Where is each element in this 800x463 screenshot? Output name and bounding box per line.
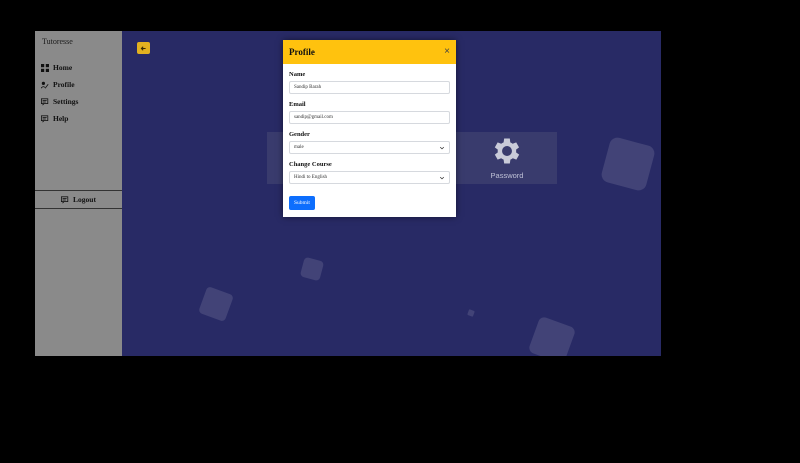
sidebar: Tutoresse Home Profile Settings Help Log…	[35, 31, 122, 356]
course-value: Hindi to English	[294, 175, 328, 180]
email-value: sandip@gmail.com	[294, 115, 333, 120]
gender-label: Gender	[289, 131, 310, 138]
grid-icon	[41, 63, 49, 72]
logout-button[interactable]: Logout	[35, 190, 122, 209]
sidebar-item-help[interactable]: Help	[41, 110, 78, 127]
chevron-down-icon	[439, 176, 445, 179]
password-card-label: Password	[490, 171, 524, 180]
name-value: Sandip Barah	[294, 85, 322, 90]
sidebar-item-label: Home	[53, 63, 73, 72]
message-icon	[41, 97, 49, 106]
arrow-left-icon	[140, 45, 146, 51]
chevron-down-icon	[439, 146, 445, 149]
sidebar-item-home[interactable]: Home	[41, 59, 78, 76]
sidebar-item-label: Settings	[53, 97, 79, 106]
course-label: Change Course	[289, 161, 332, 168]
logout-label: Logout	[73, 195, 96, 204]
sidebar-nav: Home Profile Settings Help	[41, 59, 78, 127]
gender-value: male	[294, 145, 304, 150]
sidebar-item-label: Profile	[53, 80, 75, 89]
course-select[interactable]: Hindi to English	[289, 171, 450, 184]
email-label: Email	[289, 101, 306, 108]
sidebar-item-settings[interactable]: Settings	[41, 93, 78, 110]
name-field[interactable]: Sandip Barah	[289, 81, 450, 94]
sidebar-item-profile[interactable]: Profile	[41, 76, 78, 93]
decorative-square	[599, 135, 657, 193]
name-label: Name	[289, 71, 306, 78]
user-edit-icon	[41, 81, 49, 88]
sidebar-item-label: Help	[53, 114, 69, 123]
password-card[interactable]: Password	[457, 132, 557, 184]
sidebar-toggle-button[interactable]	[137, 42, 150, 54]
email-field[interactable]: sandip@gmail.com	[289, 111, 450, 124]
message-icon	[41, 114, 49, 123]
decorative-square	[198, 286, 234, 322]
profile-modal: Profile × Name Sandip Barah Email sandip…	[283, 40, 456, 217]
brand-name: Tutoresse	[42, 37, 73, 46]
modal-body: Name Sandip Barah Email sandip@gmail.com…	[283, 64, 456, 215]
decorative-square	[467, 309, 475, 317]
modal-title: Profile	[289, 47, 315, 57]
message-icon	[61, 195, 69, 204]
gear-icon	[494, 138, 520, 164]
modal-header: Profile ×	[283, 40, 456, 64]
gender-select[interactable]: male	[289, 141, 450, 154]
decorative-square	[527, 315, 577, 356]
submit-button[interactable]: Submit	[289, 196, 315, 210]
decorative-square	[299, 256, 325, 282]
close-icon[interactable]: ×	[444, 47, 450, 57]
